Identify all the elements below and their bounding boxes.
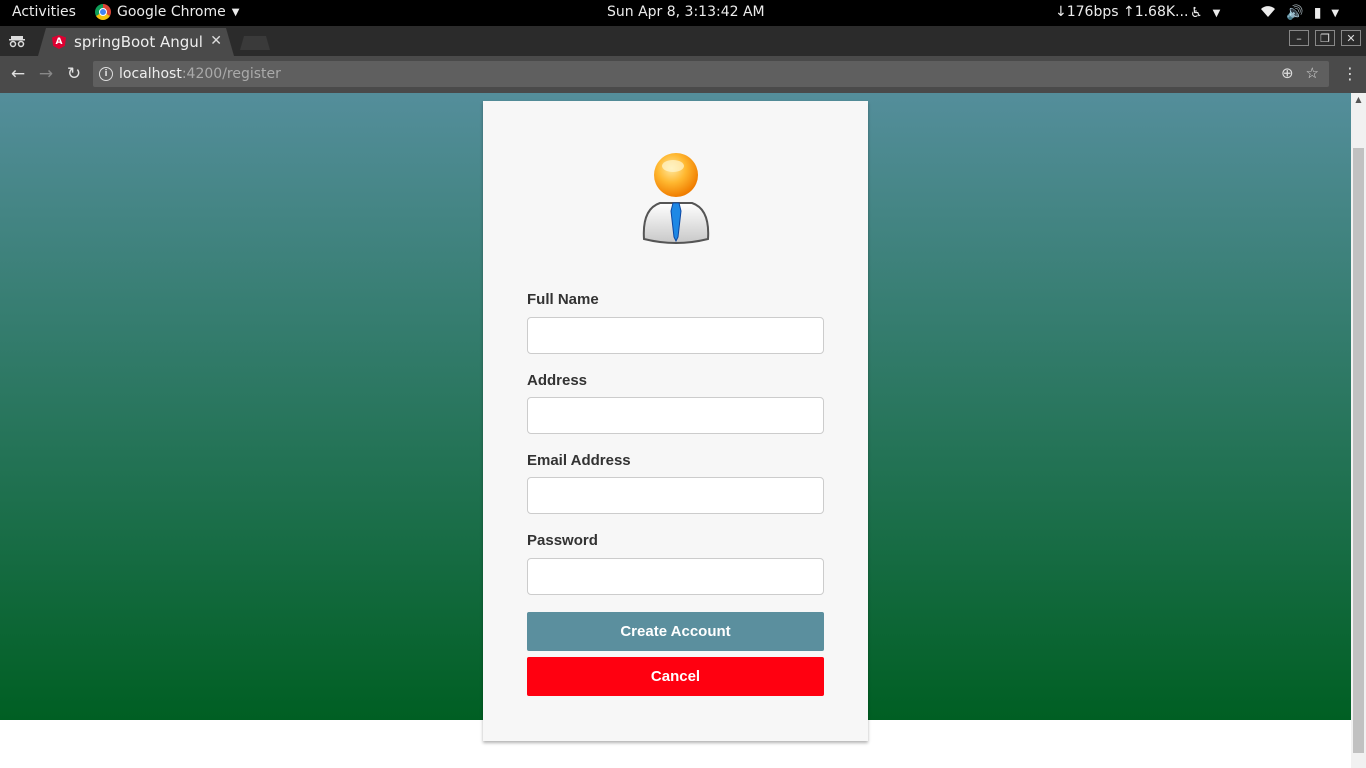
chevron-down-icon: ▼ (231, 6, 240, 18)
wifi-icon[interactable] (1260, 4, 1276, 22)
reload-icon[interactable]: ↻ (64, 64, 84, 84)
forward-arrow-icon[interactable]: → (36, 64, 56, 84)
volume-icon[interactable]: 🔊 (1286, 5, 1303, 21)
browser-toolbar: ← → ↻ i localhost :4200/register ⊕ ☆ (0, 56, 1366, 93)
email-input[interactable] (527, 477, 824, 514)
window-close-button[interactable]: ✕ (1341, 30, 1361, 46)
app-name: Google Chrome (117, 4, 226, 20)
create-account-button[interactable]: Create Account (527, 612, 824, 651)
chevron-down-icon[interactable]: ▼ (1213, 8, 1221, 19)
url-path: :4200/register (181, 66, 281, 82)
tab-active[interactable]: A springBoot Angular ✕ (38, 28, 234, 56)
close-icon[interactable]: ✕ (210, 33, 222, 49)
bookmark-star-icon[interactable]: ☆ (1306, 64, 1319, 82)
minimize-button[interactable]: – (1289, 30, 1309, 46)
chrome-icon (95, 4, 111, 20)
password-label: Password (527, 532, 598, 549)
back-arrow-icon[interactable]: ← (8, 64, 28, 84)
accessibility-icon[interactable]: ♿ (1190, 5, 1203, 21)
network-speed: ↓176bps ↑1.68K... (1055, 4, 1189, 20)
chevron-down-icon[interactable]: ▼ (1331, 8, 1339, 19)
page-scrollbar[interactable]: ▲ (1351, 93, 1366, 768)
url-host: localhost (119, 66, 182, 82)
user-avatar-icon (642, 153, 710, 244)
angular-icon: A (52, 35, 66, 49)
full-name-label: Full Name (527, 291, 599, 308)
cancel-button[interactable]: Cancel (527, 657, 824, 696)
clock[interactable]: Sun Apr 8, 3:13:42 AM (607, 4, 765, 20)
new-tab-button[interactable] (240, 36, 270, 50)
scrollbar-thumb[interactable] (1353, 148, 1364, 753)
battery-icon[interactable]: ▮ (1314, 5, 1322, 21)
full-name-input[interactable] (527, 317, 824, 354)
system-tray[interactable]: ♿ ▼ 🔊 ▮ ▼ (1190, 4, 1339, 22)
incognito-icon (8, 32, 26, 50)
scroll-up-arrow-icon[interactable]: ▲ (1351, 95, 1366, 104)
zoom-icon[interactable]: ⊕ (1281, 64, 1294, 82)
address-label: Address (527, 372, 588, 389)
info-icon[interactable]: i (99, 67, 113, 81)
tab-title: springBoot Angular (74, 33, 202, 51)
register-card: Full Name Address Email Address Password… (483, 101, 868, 741)
activities-button[interactable]: Activities (12, 4, 76, 20)
password-input[interactable] (527, 558, 824, 595)
maximize-button[interactable]: ❐ (1315, 30, 1335, 46)
system-top-bar: Activities Google Chrome ▼ Sun Apr 8, 3:… (0, 0, 1366, 26)
address-bar[interactable]: i localhost :4200/register ⊕ ☆ (93, 61, 1329, 87)
tab-strip: A springBoot Angular ✕ (0, 26, 1366, 56)
app-menu[interactable]: Google Chrome ▼ (95, 4, 239, 20)
page-viewport: Full Name Address Email Address Password… (0, 93, 1351, 768)
email-label: Email Address (527, 452, 631, 469)
address-input[interactable] (527, 397, 824, 434)
menu-icon[interactable]: ⋮ (1342, 64, 1358, 83)
